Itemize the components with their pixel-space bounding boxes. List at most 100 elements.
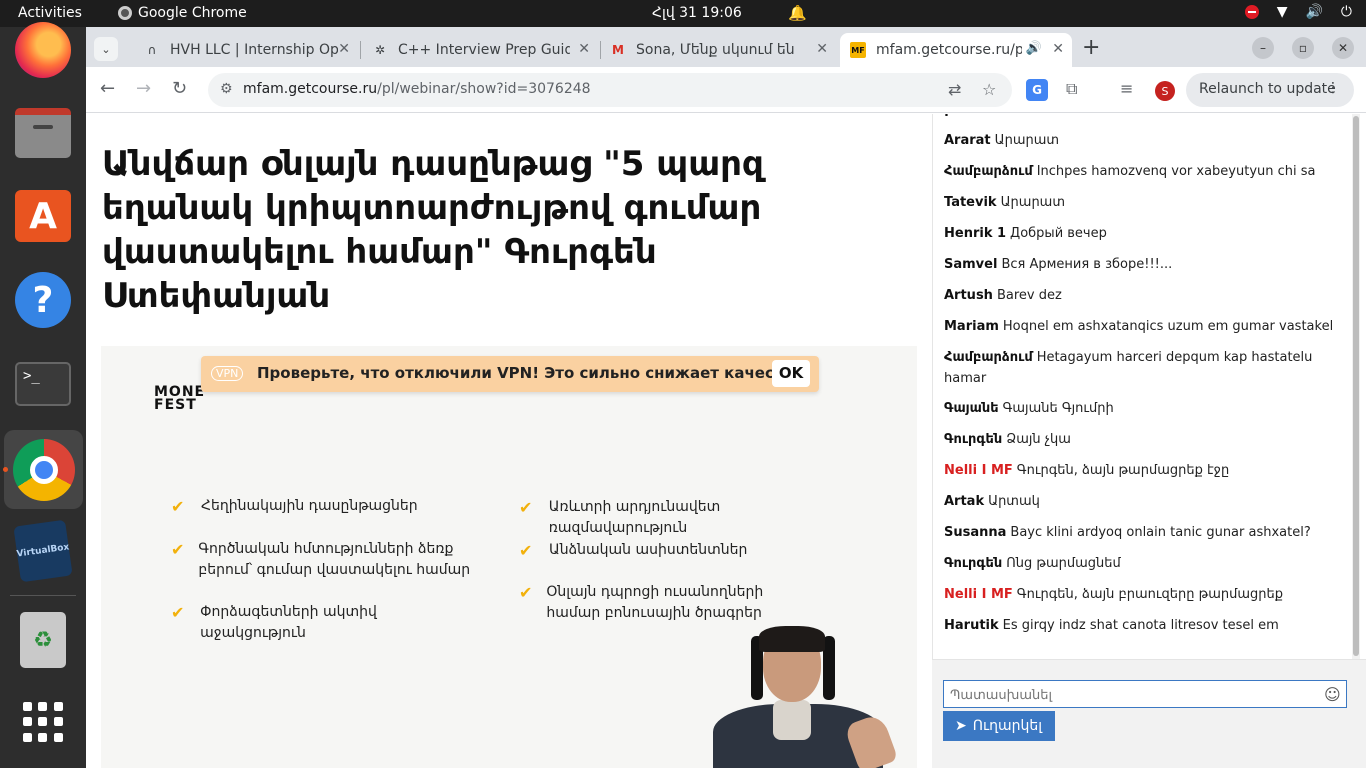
chat-messages[interactable]: . AraratԱրարատ ՀամբարձումInchpes hamozve… [932,114,1350,659]
audio-playing-icon[interactable]: 🔊 [1026,41,1042,56]
dock-separator [10,595,76,596]
address-bar[interactable]: ⚙ mfam.getcourse.ru/pl/webinar/show?id=3… [208,73,1012,107]
forward-button[interactable]: → [136,78,151,99]
chat-message: Harutik Es girqy indz shat canota litreso… [944,618,1279,633]
app-menu[interactable]: Google Chrome [118,5,247,21]
checkmark-icon: ✔ [519,583,533,602]
media-controls-icon[interactable]: ≡ [1120,79,1133,98]
firefox-icon [15,22,71,78]
menu-kebab-icon[interactable]: ⋮ [1326,80,1340,96]
chat-message: Համբարձում Inchpes hamozvenq vor xabeyuty… [944,164,1316,179]
checkmark-icon: ✔ [171,540,185,559]
show-apps-icon [23,702,63,742]
close-window-button[interactable]: ✕ [1332,37,1354,59]
mf-favicon: MF [850,42,866,58]
chat-message: Nelli I MF Գուրգեն, ձայն բրաուզերը թարմաց… [944,587,1283,602]
maximize-button[interactable]: ▫ [1292,37,1314,59]
dock-help[interactable]: ? [13,270,73,330]
vpn-warning-banner: VPN Проверьте, что отключили VPN! Это си… [201,356,819,392]
close-tab-icon[interactable]: ✕ [1052,41,1064,57]
chat-scrollbar[interactable] [1352,114,1360,659]
profile-avatar[interactable]: S [1155,81,1175,101]
volume-icon[interactable]: 🔊 [1305,4,1322,20]
checkmark-icon: ✔ [171,497,185,516]
extensions-icon[interactable]: ⧉ [1066,79,1077,99]
webpage: Անվճար օնլայն դասընթաց "5 պարզ եղանակ կր… [86,114,1366,768]
feature-item: ✔ Առևտրի արդյունավետ ռազմավարություն [519,497,859,539]
power-icon[interactable]: ⏻ [1341,4,1352,20]
feature-item: ✔ Փորձագետների ակտիվ աջակցություն [171,602,471,644]
monefest-logo: MONE FEST [154,384,206,413]
do-not-disturb-icon[interactable] [1244,5,1259,19]
wifi-icon[interactable]: ▼ [1277,4,1288,20]
notification-bell-icon[interactable]: 🔔 [788,4,807,22]
chat-message: Artak Արտակ [944,494,1040,509]
send-message-button[interactable]: ➤ Ուղարկել [943,711,1055,741]
tab-search-icon[interactable]: ⌄ [94,37,118,61]
chrome-icon [12,438,75,501]
dock-app-center[interactable]: A [13,186,73,246]
vpn-warning-text: Проверьте, что отключили VPN! Это сильно… [257,364,803,382]
tab-title: mfam.getcourse.ru/pl [876,42,1022,58]
bookmark-star-icon[interactable]: ☆ [982,80,996,99]
minimize-button[interactable]: – [1252,37,1274,59]
send-plane-icon: ➤ [955,718,967,734]
tab-title: Sona, Մենք սկսում են [636,42,795,58]
emoji-picker-icon[interactable]: ☺ [1324,685,1341,704]
vpn-ok-button[interactable]: OK [772,360,810,387]
url-text[interactable]: mfam.getcourse.ru/pl/webinar/show?id=307… [243,81,591,97]
feature-item: ✔ Անձնական ասիստենտներ [519,541,748,560]
feature-item: ✔ Հեղինակային դասընթացներ [171,497,418,516]
chat-message: Nelli I MF Գուրգեն, ձայն թարմացրեք էջը [944,463,1230,478]
reload-button[interactable]: ↻ [172,78,187,99]
tab-mfam-active[interactable]: MF mfam.getcourse.ru/pl 🔊 ✕ [840,33,1072,67]
dock: A ? >_ VirtualBox ♻ [0,22,86,768]
chrome-small-icon [118,6,132,20]
chat-reply-area: ☺ ➤ Ուղարկել [932,659,1366,768]
dock-chrome[interactable] [4,430,83,509]
dock-virtualbox[interactable]: VirtualBox [13,519,73,583]
gmail-favicon: M [612,43,624,57]
chat-message: Գուրգեն Ոնց թարմացնեմ [944,556,1121,571]
system-tray[interactable]: ▼ 🔊 ⏻ [1244,4,1352,20]
vpn-icon: VPN [211,366,244,381]
feature-item: ✔ Օնլայն դպրոցի ուսանողների համար բոնուսա… [519,582,819,624]
checkmark-icon: ✔ [171,603,185,622]
back-button[interactable]: ← [100,78,115,99]
google-translate-extension-icon[interactable]: G [1026,79,1048,101]
tab-hvh[interactable]: ∩ HVH LLC | Internship Opp ✕ [134,33,358,67]
tab-title: HVH LLC | Internship Opp [170,42,338,58]
dock-terminal[interactable]: >_ [13,354,73,414]
video-player[interactable]: MONE FEST ✔ Հեղինակային դասընթացներ ✔ Գործ… [101,346,917,768]
chat-message: Գայանե Գայանե Գյումրի [944,401,1114,416]
site-info-icon[interactable]: ⚙ [220,81,233,97]
hvh-favicon: ∩ [147,43,157,57]
close-tab-icon[interactable]: ✕ [578,41,590,57]
relaunch-to-update-button[interactable]: Relaunch to update ⋮ [1186,73,1354,107]
dock-firefox[interactable] [13,20,73,80]
dock-trash[interactable]: ♻ [13,610,73,670]
close-tab-icon[interactable]: ✕ [338,41,350,57]
show-apps-button[interactable] [13,692,73,752]
tab-cpp-guide[interactable]: ✲ C++ Interview Prep Guide ✕ [362,33,598,67]
chat-message: Tatevik Արարատ [944,195,1066,210]
activities-button[interactable]: Activities [18,5,82,21]
chat-message: Ararat Արարատ [944,133,1060,148]
chat-reply-input[interactable] [943,680,1347,708]
close-tab-icon[interactable]: ✕ [816,41,828,57]
webinar-title: Անվճար օնլայն դասընթաց "5 պարզ եղանակ կր… [102,144,764,316]
files-icon [15,108,71,158]
clock[interactable]: Հլվ 31 19:06 [652,5,742,21]
tab-strip: ⌄ ∩ HVH LLC | Internship Opp ✕ ✲ C++ Int… [86,27,1366,67]
feature-item: ✔ Գործնական հմտությունների ձեռք բերում՝ գ… [171,539,471,581]
presenter-video [701,626,901,768]
new-tab-button[interactable]: + [1082,35,1100,60]
dock-files[interactable] [13,103,73,163]
chat-message: Mariam Hoqnel em ashxatanqics uzum em gum… [944,319,1334,334]
chat-message: Henrik 1 Добрый вечер [944,226,1107,241]
app-center-icon: A [15,190,71,242]
app-name: Google Chrome [138,5,247,21]
tab-gmail[interactable]: M Sona, Մենք սկսում են ✕ [600,33,836,67]
translate-page-icon[interactable]: ⇄ [948,80,961,99]
openai-favicon: ✲ [374,43,386,57]
